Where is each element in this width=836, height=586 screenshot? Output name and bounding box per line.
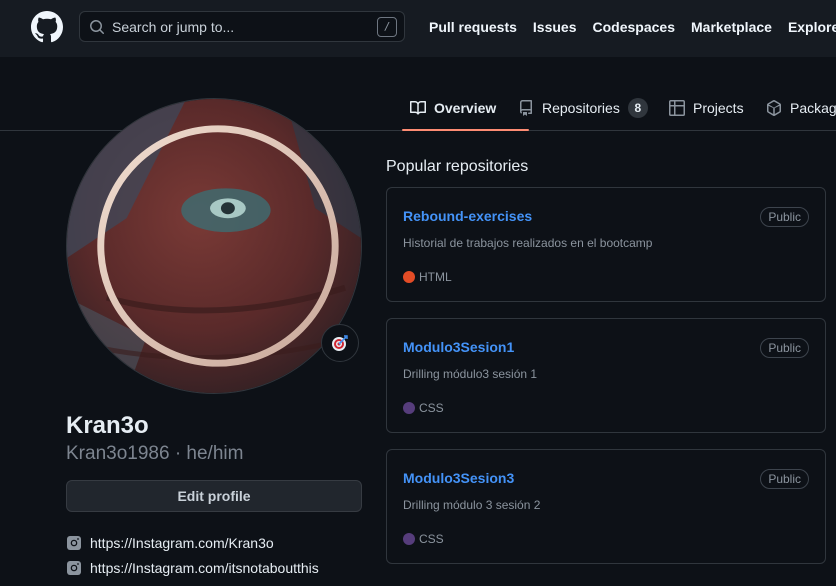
popular-repositories-heading: Popular repositories — [386, 158, 529, 175]
nav-explore[interactable]: Explore — [788, 19, 836, 35]
book-icon — [410, 100, 426, 115]
nav-codespaces[interactable]: Codespaces — [593, 19, 675, 35]
repo-description: Historial de trabajos realizados en el b… — [403, 236, 653, 250]
tab-overview[interactable]: Overview — [402, 86, 529, 131]
visibility-badge: Public — [760, 338, 809, 358]
social-link-1[interactable]: https://Instagram.com/Kran3o — [66, 535, 274, 551]
avatar[interactable] — [66, 98, 362, 394]
repo-card: Rebound-exercises Public Historial de tr… — [386, 187, 826, 302]
repo-icon — [520, 100, 532, 116]
avatar-image — [67, 99, 361, 393]
repo-description: Drilling módulo 3 sesión 2 — [403, 498, 541, 512]
table-icon — [669, 100, 685, 116]
tab-repositories-label: Repositories — [542, 100, 620, 116]
social-link-2-text: https://Instagram.com/itsnotaboutthis — [90, 560, 319, 576]
edit-profile-button[interactable]: Edit profile — [66, 480, 362, 512]
repo-card: Modulo3Sesion1 Public Drilling módulo3 s… — [386, 318, 826, 433]
language-color-dot — [403, 402, 415, 414]
repo-name-link[interactable]: Modulo3Sesion1 — [403, 339, 514, 355]
nav-issues[interactable]: Issues — [533, 19, 577, 35]
tab-repositories[interactable]: Repositories 8 — [518, 86, 648, 130]
search-input[interactable]: Search or jump to... / — [79, 11, 405, 42]
profile-tabs: Overview Repositories 8 Projects Package… — [0, 86, 836, 131]
search-placeholder: Search or jump to... — [112, 19, 235, 35]
search-shortcut-key: / — [377, 17, 397, 37]
social-link-1-text: https://Instagram.com/Kran3o — [90, 535, 274, 551]
tab-overview-label: Overview — [434, 100, 497, 116]
visibility-badge: Public — [760, 469, 809, 489]
github-logo-icon[interactable] — [31, 11, 63, 43]
profile-login-pronouns: Kran3o1986 · he/him — [66, 443, 244, 464]
language-color-dot — [403, 271, 415, 283]
repo-language: HTML — [403, 270, 452, 284]
tab-packages[interactable]: Packages — [766, 86, 836, 130]
repo-language-label: CSS — [419, 401, 444, 415]
language-color-dot — [403, 533, 415, 545]
instagram-icon — [67, 561, 81, 575]
repo-language: CSS — [403, 401, 444, 415]
nav-marketplace[interactable]: Marketplace — [691, 19, 772, 35]
profile-name: Kran3o — [66, 412, 149, 439]
repo-card: Modulo3Sesion3 Public Drilling módulo 3 … — [386, 449, 826, 564]
repo-name-link[interactable]: Modulo3Sesion3 — [403, 470, 514, 486]
tab-projects-label: Projects — [693, 100, 744, 116]
package-icon — [767, 100, 781, 116]
repo-name-link[interactable]: Rebound-exercises — [403, 208, 532, 224]
visibility-badge: Public — [760, 207, 809, 227]
repo-language-label: CSS — [419, 532, 444, 546]
tab-packages-label: Packages — [790, 100, 836, 116]
repositories-count-badge: 8 — [627, 98, 648, 118]
nav-pull-requests[interactable]: Pull requests — [429, 19, 517, 35]
repo-language: CSS — [403, 532, 444, 546]
set-status-button[interactable] — [321, 324, 359, 362]
tab-projects[interactable]: Projects — [669, 86, 744, 130]
top-header: Search or jump to... / Pull requests Iss… — [0, 0, 836, 57]
target-icon — [332, 335, 348, 351]
repo-description: Drilling módulo3 sesión 1 — [403, 367, 538, 381]
repo-language-label: HTML — [419, 270, 452, 284]
instagram-icon — [67, 536, 81, 550]
search-icon — [90, 20, 104, 34]
social-link-2[interactable]: https://Instagram.com/itsnotaboutthis — [66, 560, 319, 576]
global-nav: Pull requests Issues Codespaces Marketpl… — [429, 19, 836, 35]
